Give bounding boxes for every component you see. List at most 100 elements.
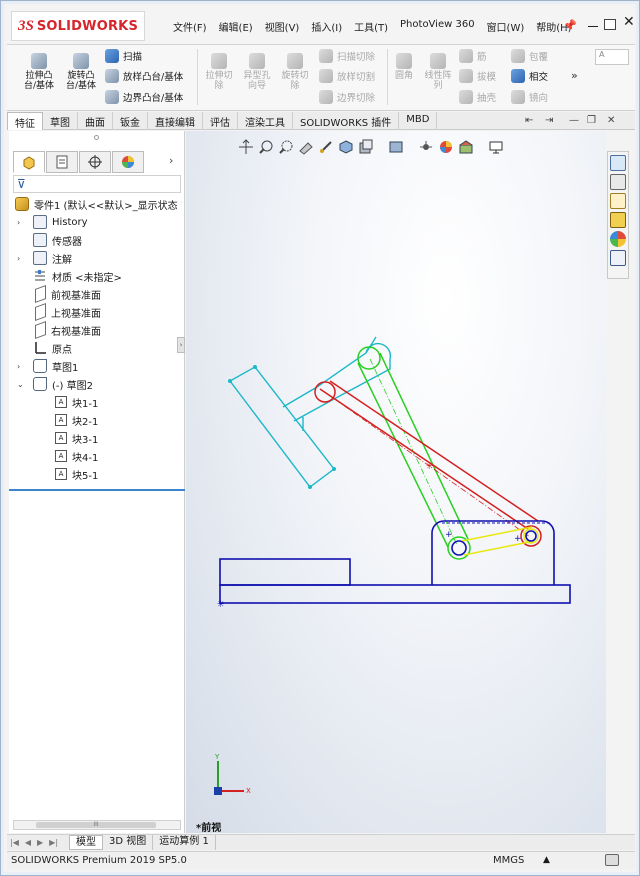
ribbon-search-box[interactable]: A (595, 49, 629, 65)
wrap-button[interactable]: 包覆 (511, 49, 548, 63)
tab-render-tools[interactable]: 渲染工具 (238, 112, 293, 130)
solidworks-logo[interactable]: 3S SOLIDWORKS (11, 11, 145, 41)
menu-window[interactable]: 窗口(W) (481, 19, 531, 34)
red-link-edge-2[interactable] (329, 380, 539, 522)
yellow-link-edge-2[interactable] (463, 540, 535, 556)
panel-collapse-handle[interactable]: › (177, 337, 185, 353)
intersect-button[interactable]: 相交 (511, 69, 548, 83)
maximize-button[interactable] (604, 19, 616, 30)
configuration-manager-tab[interactable] (79, 151, 111, 173)
tree-splitter[interactable] (9, 489, 185, 491)
rebuild-status-icon[interactable] (605, 854, 619, 866)
unit-system[interactable]: MMGS (493, 855, 524, 866)
menu-view[interactable]: 视图(V) (259, 19, 306, 34)
display-manager-tab[interactable] (112, 151, 144, 173)
tree-item-sketch2[interactable]: ⌄ (-) 草图2 (17, 375, 93, 393)
tree-item-sketch1[interactable]: › 草图1 (17, 357, 78, 375)
tree-item-origin[interactable]: 原点 (33, 339, 72, 357)
tab-evaluate[interactable]: 评估 (203, 112, 238, 130)
file-explorer-icon[interactable] (610, 193, 626, 209)
view-palette-icon[interactable] (610, 212, 626, 228)
fillet-button[interactable]: 圆角 (389, 53, 419, 81)
tree-item-block[interactable]: A 块5-1 (55, 465, 98, 483)
cyan-top-slot[interactable] (316, 342, 392, 400)
tab-sheet-metal[interactable]: 钣金 (113, 112, 148, 130)
tab-3d-view[interactable]: 3D 视图 (103, 835, 154, 850)
scrollbar-thumb[interactable]: III (36, 822, 156, 828)
blue-base-slab[interactable] (219, 558, 351, 586)
tab-scroll-first-icon[interactable]: |◀ (7, 838, 22, 847)
menu-insert[interactable]: 插入(I) (305, 19, 348, 34)
tab-scroll-next-icon[interactable]: ▶ (34, 838, 46, 847)
tab-mbd[interactable]: MBD (399, 112, 438, 130)
blue-pivot-left[interactable] (451, 540, 467, 556)
shell-button[interactable]: 抽壳 (459, 90, 496, 104)
feature-manager-tab[interactable] (13, 151, 45, 173)
custom-properties-icon[interactable] (610, 250, 626, 266)
cyan-upper-link[interactable] (282, 386, 318, 408)
blue-ground-plate[interactable] (219, 584, 571, 604)
red-link-edge-1[interactable] (319, 388, 529, 530)
tab-scroll-prev-icon[interactable]: ◀ (22, 838, 34, 847)
expand-arrow-icon[interactable]: › (17, 254, 20, 263)
tree-item-top-plane[interactable]: 上视基准面 (35, 302, 101, 322)
tree-item-front-plane[interactable]: 前视基准面 (35, 284, 101, 304)
blue-pivot-right[interactable] (525, 530, 537, 542)
minimize-button[interactable] (585, 17, 601, 31)
doc-restore-icon[interactable]: ❐ (587, 115, 596, 126)
doc-minimize-icon[interactable]: — (569, 115, 579, 126)
tab-surfaces[interactable]: 曲面 (78, 112, 113, 130)
green-link-edge-2[interactable] (379, 352, 469, 540)
tree-filter-bar[interactable]: ⊽ (13, 175, 181, 193)
green-link-top-pivot[interactable] (357, 346, 381, 370)
tree-item-block[interactable]: A 块2-1 (55, 411, 98, 429)
appearances-icon[interactable] (610, 231, 626, 247)
menu-photoview[interactable]: PhotoView 360 (394, 19, 481, 34)
boundary-boss-button[interactable]: 边界凸台/基体 (105, 90, 183, 104)
tab-motion-study[interactable]: 运动算例 1 (153, 835, 216, 850)
menu-tools[interactable]: 工具(T) (348, 19, 394, 34)
tab-nav-left-icon[interactable]: ⇤ (525, 115, 533, 126)
rib-button[interactable]: 筋 (459, 49, 487, 63)
tab-sketch[interactable]: 草图 (43, 112, 78, 130)
mirror-button[interactable]: 镜向 (511, 90, 548, 104)
tree-root-part[interactable]: 零件1 (默认<<默认>_显示状态 1 (15, 195, 182, 213)
green-link-edge-1[interactable] (357, 362, 449, 548)
tab-model[interactable]: 模型 (69, 835, 104, 850)
tab-direct-editing[interactable]: 直接编辑 (148, 112, 203, 130)
revolve-cut-button[interactable]: 旋转切 除 (277, 53, 313, 91)
extrude-cut-button[interactable]: 拉伸切 除 (201, 53, 237, 91)
draft-button[interactable]: 拔模 (459, 69, 496, 83)
doc-close-icon[interactable]: ✕ (607, 115, 615, 126)
hole-wizard-button[interactable]: 异型孔 向导 (239, 53, 275, 91)
property-manager-tab[interactable] (46, 151, 78, 173)
ribbon-more-chevron-icon[interactable]: » (571, 69, 578, 82)
panel-grip-icon[interactable] (94, 135, 99, 140)
revolve-boss-button[interactable]: 旋转凸 台/基体 (63, 53, 99, 91)
menu-edit[interactable]: 编辑(E) (213, 19, 259, 34)
design-library-icon[interactable] (610, 174, 626, 190)
tree-item-block[interactable]: A 块4-1 (55, 447, 98, 465)
expand-arrow-icon[interactable]: › (17, 362, 20, 371)
expand-arrow-icon[interactable]: › (17, 218, 20, 227)
tree-item-sensors[interactable]: 传感器 (33, 231, 82, 249)
tree-item-history[interactable]: › History (17, 213, 88, 231)
tree-item-block[interactable]: A 块1-1 (55, 393, 98, 411)
collapse-arrow-icon[interactable]: ⌄ (17, 380, 24, 389)
sweep-boss-button[interactable]: 扫描 (105, 49, 142, 63)
loft-boss-button[interactable]: 放样凸台/基体 (105, 69, 183, 83)
extrude-boss-button[interactable]: 拉伸凸 台/基体 (21, 53, 57, 91)
close-button[interactable]: ✕ (623, 15, 639, 29)
home-icon[interactable] (610, 155, 626, 171)
tree-item-material[interactable]: 材质 <未指定> (33, 267, 122, 285)
sweep-cut-button[interactable]: 扫描切除 (319, 49, 375, 63)
unit-menu-arrow-icon[interactable]: ▲ (543, 855, 550, 865)
tree-item-annotations[interactable]: › 注解 (17, 249, 72, 267)
loft-cut-button[interactable]: 放样切割 (319, 69, 375, 83)
tab-nav-right-icon[interactable]: ⇥ (545, 115, 553, 126)
cyan-top-edge[interactable] (365, 336, 377, 354)
sketch-canvas[interactable]: ✳ ✳ + + Y X (186, 131, 606, 833)
linear-pattern-button[interactable]: 线性阵 列 (421, 53, 455, 91)
panel-tabs-more-icon[interactable]: › (169, 154, 173, 167)
tree-item-block[interactable]: A 块3-1 (55, 429, 98, 447)
